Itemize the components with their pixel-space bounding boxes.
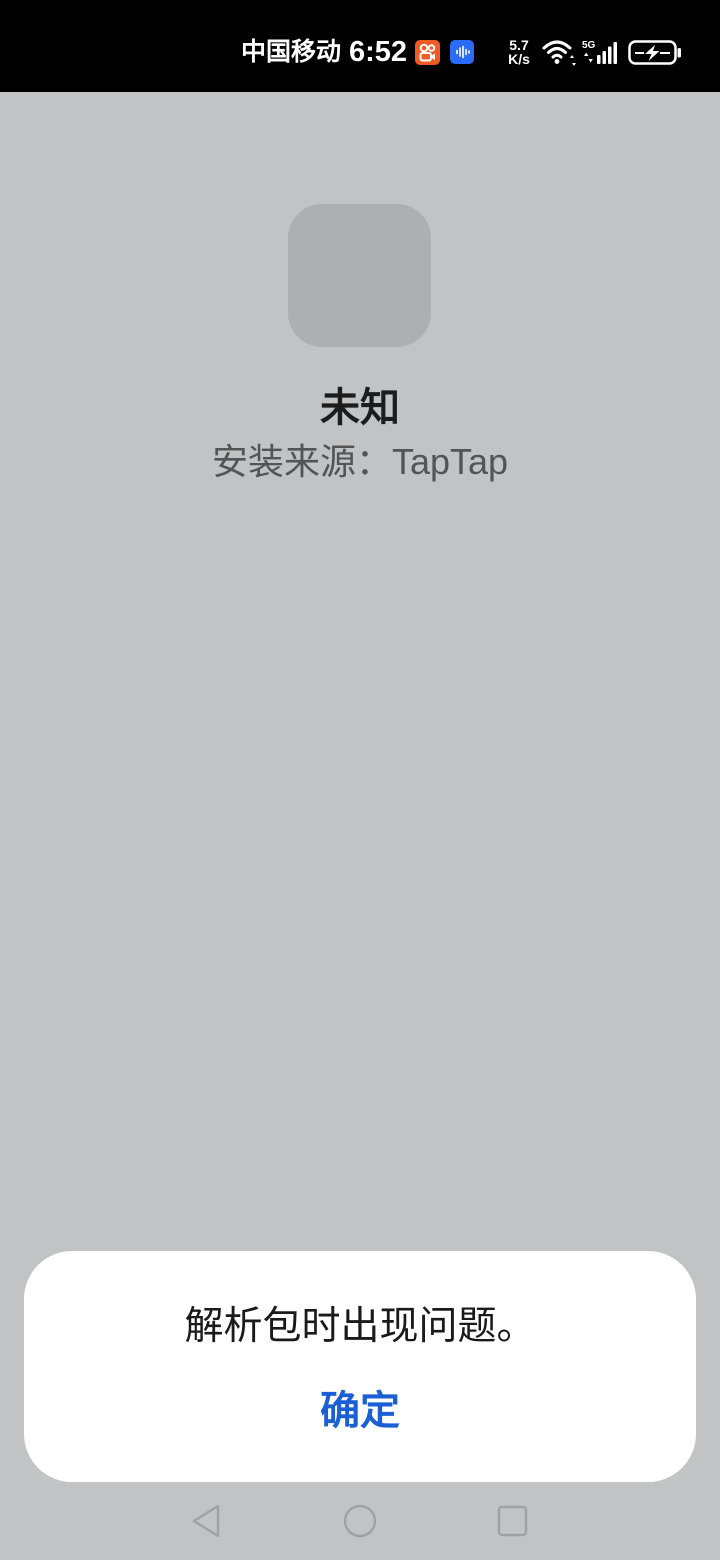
clock-time: 6:52 (349, 36, 408, 68)
status-bar: 中国移动 6:52 5.7 K/s 5G (0, 0, 720, 92)
app-name: 未知 (320, 386, 400, 430)
app-icon-placeholder (288, 204, 431, 347)
network-speed-unit: K/s (508, 51, 530, 67)
home-icon (343, 1504, 377, 1538)
video-app-notification-icon (415, 40, 440, 65)
dialog-message: 解析包时出现问题。 (184, 1305, 536, 1348)
recents-icon (497, 1505, 528, 1537)
install-source-label: 安装来源：TapTap (211, 441, 509, 482)
network-speed: 5.7 K/s (504, 38, 534, 66)
nav-home-button[interactable] (342, 1503, 378, 1539)
network-speed-value: 5.7 (509, 37, 529, 53)
error-dialog: 解析包时出现问题。 确定 (24, 1251, 696, 1482)
signal-bars-icon: 5G (582, 40, 617, 64)
nav-recents-button[interactable] (494, 1503, 530, 1539)
wifi-icon (542, 40, 576, 66)
voice-app-notification-icon (450, 40, 474, 64)
network-type-label: 5G (582, 40, 596, 51)
carrier-label: 中国移动 (241, 38, 342, 66)
battery-charging-icon (628, 40, 681, 65)
confirm-button[interactable]: 确定 (280, 1381, 440, 1441)
nav-back-button[interactable] (188, 1503, 224, 1539)
back-icon (192, 1504, 220, 1538)
